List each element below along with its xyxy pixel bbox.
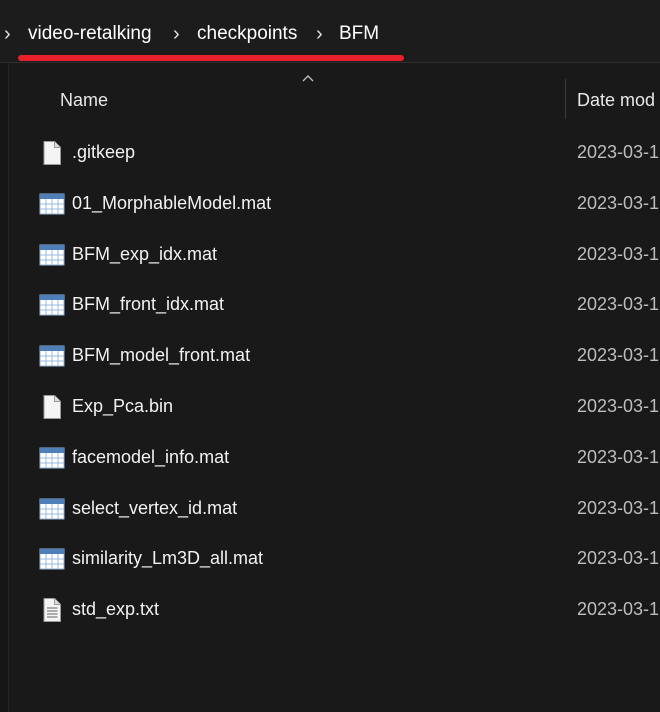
text-file-icon [39,597,65,623]
file-row[interactable]: facemodel_info.mat 2023-03-1 [9,433,660,484]
file-date-modified: 2023-03-1 [577,294,660,315]
file-date-modified: 2023-03-1 [577,192,660,213]
file-row[interactable]: std_exp.txt 2023-03-1 [9,585,660,636]
file-date-modified: 2023-03-1 [577,395,660,416]
file-list: .gitkeep 2023-03-1 01_MorphableModel.mat 20… [9,128,660,636]
breadcrumb-separator[interactable]: › [316,22,323,46]
column-header: Name Date mod [9,63,660,123]
table-file-icon [39,292,65,318]
breadcrumb-item-video-retalking[interactable]: video-retalking [28,22,152,46]
file-row[interactable]: .gitkeep 2023-03-1 [9,128,660,179]
file-name: 01_MorphableModel.mat [72,192,272,213]
file-row[interactable]: BFM_front_idx.mat 2023-03-1 [9,280,660,331]
file-row[interactable]: similarity_Lm3D_all.mat 2023-03-1 [9,534,660,585]
column-divider[interactable] [565,79,566,119]
red-highlight-underline [18,55,404,61]
breadcrumb-item-bfm[interactable]: BFM [339,22,379,46]
file-date-modified: 2023-03-1 [577,446,660,467]
table-file-icon [39,242,65,268]
breadcrumb: › video-retalking › checkpoints › BFM [0,0,660,63]
file-date-modified: 2023-03-1 [577,497,660,518]
file-explorer-window: › video-retalking › checkpoints › BFM Na… [0,0,660,712]
sort-ascending-icon [302,75,314,82]
breadcrumb-item-checkpoints[interactable]: checkpoints [197,22,297,46]
table-file-icon [39,546,65,572]
file-name: std_exp.txt [72,599,160,620]
file-row[interactable]: Exp_Pca.bin 2023-03-1 [9,382,660,433]
file-row[interactable]: BFM_exp_idx.mat 2023-03-1 [9,230,660,281]
column-header-name[interactable]: Name [60,90,108,111]
file-name: Exp_Pca.bin [72,395,174,416]
file-row[interactable]: BFM_model_front.mat 2023-03-1 [9,331,660,382]
file-date-modified: 2023-03-1 [577,548,660,569]
file-row[interactable]: 01_MorphableModel.mat 2023-03-1 [9,179,660,230]
file-date-modified: 2023-03-1 [577,345,660,366]
column-header-date-modified[interactable]: Date mod [577,90,655,111]
breadcrumb-separator[interactable]: › [4,22,11,46]
table-file-icon [39,496,65,522]
file-name: BFM_model_front.mat [72,345,251,366]
file-date-modified: 2023-03-1 [577,243,660,264]
table-file-icon [39,445,65,471]
file-row[interactable]: select_vertex_id.mat 2023-03-1 [9,484,660,535]
table-file-icon [39,191,65,217]
file-name: similarity_Lm3D_all.mat [72,548,264,569]
file-name: BFM_exp_idx.mat [72,243,218,264]
breadcrumb-separator[interactable]: › [173,22,180,46]
blank-file-icon [39,394,65,420]
file-name: facemodel_info.mat [72,446,230,467]
table-file-icon [39,343,65,369]
navigation-pane-edge [0,63,9,712]
file-name: select_vertex_id.mat [72,497,238,518]
file-name: BFM_front_idx.mat [72,294,225,315]
file-date-modified: 2023-03-1 [577,142,660,162]
blank-file-icon [39,140,65,166]
file-name: .gitkeep [72,142,136,162]
file-date-modified: 2023-03-1 [577,599,660,620]
